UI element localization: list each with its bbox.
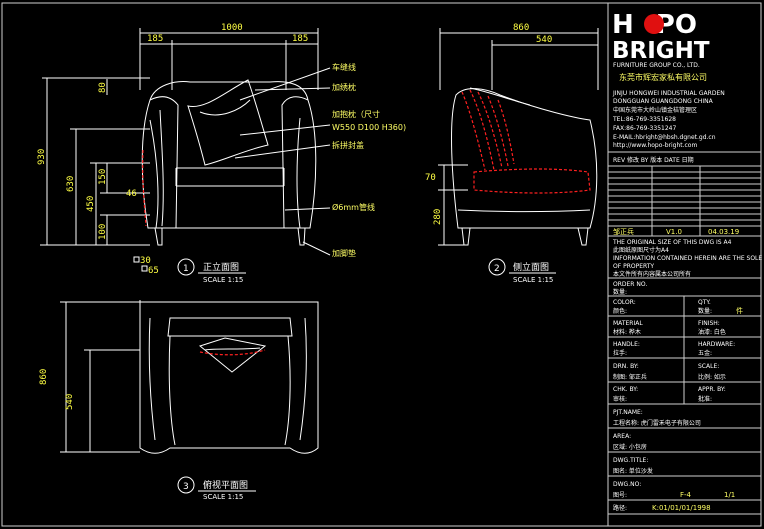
front-arm-right: 185 bbox=[292, 34, 308, 44]
note-original-size: THE ORIGINAL SIZE OF THIS DWG IS A4 bbox=[612, 239, 732, 246]
project-value: 工程名称: 虎门雷禾电子有限公司 bbox=[613, 419, 701, 427]
tel: TEL:86-769-3351628 bbox=[612, 116, 676, 123]
logo-bright: BRIGHT bbox=[612, 38, 710, 64]
company-name-cn: 东莞市辉宏家私有限公司 bbox=[619, 72, 707, 82]
front-height-total: 930 bbox=[37, 149, 47, 165]
side-view-scale: SCALE 1:15 bbox=[513, 276, 553, 284]
material-label: MATERIAL bbox=[613, 320, 643, 327]
scale-label: SCALE: bbox=[698, 363, 719, 370]
logo-red-dot-icon bbox=[644, 14, 664, 34]
drawing-no-value: F-4 bbox=[680, 491, 692, 499]
finish-label: FINISH: bbox=[698, 320, 720, 327]
drawing-no-label: DWG.NO: bbox=[613, 481, 641, 488]
front-view-title: 正立面图 bbox=[203, 261, 239, 273]
top-view-number: 3 bbox=[183, 482, 189, 492]
qty-label-cn: 数量: bbox=[698, 307, 712, 315]
top-view-title: 俯视平面图 bbox=[203, 479, 248, 491]
company-name-en: FURNITURE GROUP CO., LTD. bbox=[613, 62, 700, 69]
top-view bbox=[60, 300, 319, 454]
annotation-removable-cover: 拆拼封盖 bbox=[332, 140, 364, 150]
front-view bbox=[40, 28, 331, 272]
side-view-number: 2 bbox=[494, 264, 500, 274]
note-property: OF PROPERTY bbox=[613, 263, 654, 270]
side-view-red-piping bbox=[461, 89, 591, 194]
address-line-3: 中国东莞市大岭山镇金桔管理区 bbox=[613, 106, 697, 114]
checked-by-value: 审核: bbox=[613, 395, 627, 403]
title-block: H PO BRIGHT FURNITURE GROUP CO., LTD. 东莞市… bbox=[608, 10, 762, 515]
top-depth-total: 860 bbox=[39, 369, 49, 385]
front-arm-left: 185 bbox=[147, 34, 163, 44]
checked-by-label: CHK. BY: bbox=[613, 386, 638, 393]
side-h-280: 280 bbox=[433, 209, 443, 225]
address-line-1: JINJU HONGWEI INDUSTRIAL GARDEN bbox=[612, 90, 725, 97]
designer: 邹正兵 bbox=[613, 227, 634, 236]
top-view-scale: SCALE 1:15 bbox=[203, 493, 243, 501]
side-width-total: 860 bbox=[513, 23, 529, 33]
annotation-piping: Ø6mm管线 bbox=[332, 202, 375, 212]
note-information: INFORMATION CONTAINED HEREIN ARE THE SOL… bbox=[613, 255, 762, 262]
material-value: 材料: 桦木 bbox=[613, 328, 641, 336]
hardware-label: HARDWARE: bbox=[698, 341, 735, 348]
project-label: PJT.NAME: bbox=[613, 409, 643, 416]
hardware-value: 五金: bbox=[698, 349, 712, 357]
side-h-70: 70 bbox=[425, 173, 436, 183]
drawing-title-label: DWG.TITLE: bbox=[613, 457, 648, 464]
revision-header: REV 修改 BY 版本 DATE 日期 bbox=[613, 156, 694, 164]
qty-unit: 件 bbox=[736, 306, 743, 315]
color-label-cn: 颜色: bbox=[613, 307, 627, 315]
front-foot-65: 65 bbox=[148, 266, 159, 276]
logo-letter-h: H bbox=[612, 10, 634, 40]
front-view-scale: SCALE 1:15 bbox=[203, 276, 243, 284]
path-label: 路径: bbox=[613, 504, 627, 512]
annotation-pillow-dims: W550 D100 H360) bbox=[332, 123, 406, 132]
scale-value: 比例: 如示 bbox=[698, 373, 726, 381]
qty-label: 数量: bbox=[613, 288, 627, 296]
area-label: AREA: bbox=[613, 433, 631, 440]
area-value: 区域: 小包房 bbox=[613, 443, 647, 451]
order-no-label: ORDER NO. bbox=[613, 281, 647, 288]
side-view-title: 侧立面图 bbox=[513, 261, 549, 273]
website: http://www.hopo-bright.com bbox=[613, 142, 697, 149]
fax: FAX:86-769-3351247 bbox=[613, 125, 676, 132]
version: V1.0 bbox=[666, 228, 682, 236]
sheet-number: 1/1 bbox=[724, 491, 735, 499]
drawn-by-label: DRN. BY: bbox=[613, 363, 639, 370]
email: E-MAIL:hbright@hbsh.dgnet.gd.cn bbox=[613, 134, 716, 141]
annotation-stitch-line: 车缝线 bbox=[332, 62, 356, 72]
front-h-80: 80 bbox=[98, 82, 108, 93]
side-width-seat: 540 bbox=[536, 35, 552, 45]
annotation-embroidered-pillow: 加绣枕 bbox=[332, 82, 356, 92]
front-width-total: 1000 bbox=[221, 23, 243, 33]
qty-label-en: QTY. bbox=[698, 299, 711, 306]
path-value: K:01/01/01/1998 bbox=[652, 504, 711, 512]
front-foot-30: 30 bbox=[140, 256, 151, 266]
drawing-title-value: 图名: 单位沙发 bbox=[613, 467, 653, 475]
annotation-foot-pad: 加脚垫 bbox=[332, 248, 356, 258]
top-depth-seat: 540 bbox=[65, 394, 75, 410]
cad-drawing-canvas: { "front_view": { "width_total": "1000",… bbox=[0, 0, 764, 529]
revision-date: 04.03.19 bbox=[708, 228, 739, 236]
front-h-100: 100 bbox=[98, 224, 108, 240]
finish-value: 油漆: 白色 bbox=[698, 328, 726, 336]
note-original-size-cn: 此图纸原图尺寸为A4 bbox=[613, 246, 669, 254]
address-line-2: DONGGUAN GUANGDONG CHINA bbox=[613, 98, 714, 105]
approved-by-label: APPR. BY: bbox=[698, 386, 726, 393]
front-h-150: 150 bbox=[98, 169, 108, 185]
handle-value: 拉手: bbox=[613, 349, 627, 357]
drawn-by-value: 制图: 邹正兵 bbox=[613, 373, 647, 381]
annotation-pillow-size: 加抱枕（尺寸 bbox=[332, 109, 380, 119]
front-h-450: 450 bbox=[86, 196, 96, 212]
handle-label: HANDLE: bbox=[613, 341, 640, 348]
approved-by-value: 批准: bbox=[698, 395, 712, 403]
side-view bbox=[438, 28, 599, 246]
front-h-630: 630 bbox=[66, 176, 76, 192]
color-label: COLOR: bbox=[613, 299, 636, 306]
front-view-number: 1 bbox=[183, 264, 189, 274]
front-h-46: 46 bbox=[126, 189, 137, 199]
note-property-cn: 本文件所有内容属本公司所有 bbox=[613, 270, 691, 278]
drawing-sheet: 1000 185 185 930 630 450 150 100 80 46 3… bbox=[1, 2, 762, 527]
drawing-no-cn: 图号: bbox=[613, 492, 627, 499]
